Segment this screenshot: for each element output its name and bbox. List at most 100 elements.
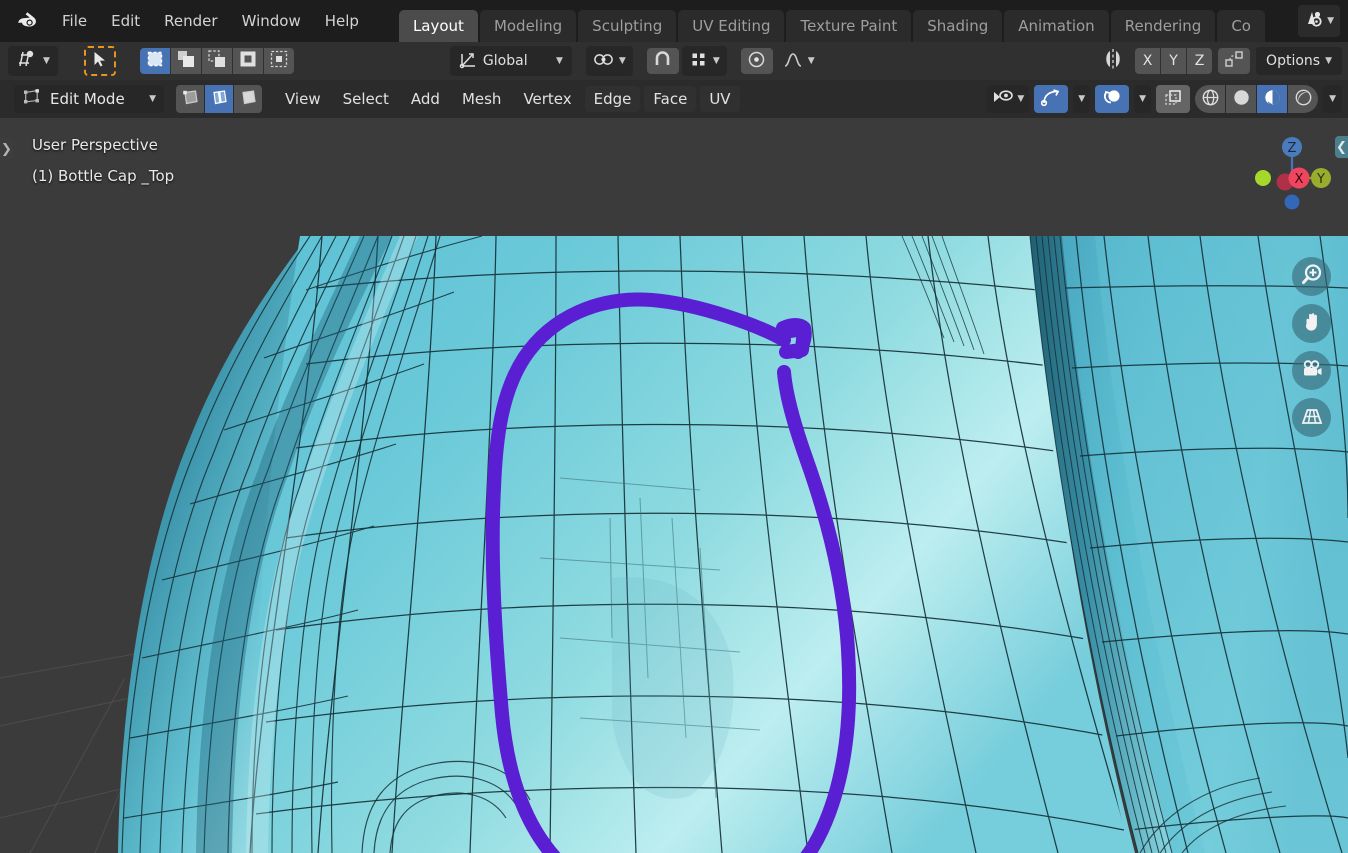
chevron-down-icon: ▼ <box>556 56 563 66</box>
camera-view-button[interactable] <box>1292 351 1331 390</box>
chevron-down-icon: ▼ <box>1325 56 1332 66</box>
options-dropdown[interactable]: Options ▼ <box>1256 47 1342 75</box>
material-preview-icon <box>1263 88 1282 111</box>
select-set-button[interactable] <box>139 48 170 74</box>
interaction-mode-dropdown[interactable]: Edit Mode ▼ <box>14 85 164 113</box>
select-intersect-icon <box>270 50 288 72</box>
magnet-icon <box>653 50 672 73</box>
3d-viewport[interactable]: User Perspective (1) Bottle Cap _Top ❯ ❮… <box>0 118 1348 853</box>
workspace-tab-texture-paint[interactable]: Texture Paint <box>786 10 912 42</box>
falloff-curve-icon <box>783 50 803 73</box>
mirror-axis-y[interactable]: Y <box>1161 48 1187 74</box>
workspace-tab-sculpting[interactable]: Sculpting <box>578 10 677 42</box>
mirror-axis-x[interactable]: X <box>1135 48 1161 74</box>
xray-toggle[interactable] <box>1156 85 1191 113</box>
select-subtract-icon <box>208 50 226 72</box>
selection-mode-segments <box>139 48 294 74</box>
active-tool-button[interactable]: ▼ <box>8 46 58 76</box>
workspace-tab-layout[interactable]: Layout <box>398 10 478 42</box>
overlays-dropdown[interactable]: ▼ <box>1134 85 1152 113</box>
zoom-view-button[interactable] <box>1292 257 1331 296</box>
top-menu-bar: File Edit Render Window Help <box>50 8 371 34</box>
select-extend-icon <box>177 50 195 72</box>
viewport-menu-edge[interactable]: Edge <box>584 86 641 112</box>
chevron-down-icon: ▼ <box>618 56 626 66</box>
mirror-axis-z[interactable]: Z <box>1187 48 1213 74</box>
menu-edit[interactable]: Edit <box>99 8 152 34</box>
workspace-tab-compositing[interactable]: Co <box>1217 10 1265 42</box>
tweak-cursor-button[interactable] <box>83 46 116 76</box>
menu-file[interactable]: File <box>50 8 99 34</box>
gizmo-axis-neg-y <box>1255 170 1271 186</box>
overlays-toggle[interactable] <box>1095 85 1130 113</box>
viewport-menu-vertex[interactable]: Vertex <box>514 86 581 112</box>
vertex-select-mode-button[interactable] <box>176 85 204 113</box>
proportional-edit-icon <box>747 50 766 73</box>
select-intersect-button[interactable] <box>263 48 294 74</box>
object-visibility-dropdown[interactable]: ▼ <box>987 85 1030 113</box>
chevron-down-icon: ▼ <box>1329 94 1336 104</box>
viewport-menu-face[interactable]: Face <box>644 86 697 112</box>
pivot-point-group: ▼ <box>585 46 633 76</box>
viewport-canvas <box>0 118 1348 853</box>
rendered-shading-button[interactable] <box>1288 85 1319 113</box>
mesh-select-mode-group <box>176 85 262 113</box>
menu-help[interactable]: Help <box>313 8 371 34</box>
falloff-dropdown[interactable]: ▼ <box>775 46 822 76</box>
transform-orientation-dropdown[interactable]: Global ▼ <box>449 46 572 76</box>
mirror-icon[interactable] <box>1097 48 1129 74</box>
wireframe-icon <box>1201 88 1220 111</box>
select-invert-button[interactable] <box>232 48 263 74</box>
edge-select-mode-button[interactable] <box>205 85 233 113</box>
gizmo-toggle[interactable] <box>1034 85 1069 113</box>
transform-orientation-icon <box>459 50 478 73</box>
workspace-tab-modeling[interactable]: Modeling <box>479 10 577 42</box>
overlays-icon <box>1102 88 1122 111</box>
edge-select-icon <box>210 88 229 111</box>
menu-render[interactable]: Render <box>152 8 229 34</box>
viewport-menu-mesh[interactable]: Mesh <box>452 86 511 112</box>
blender-logo-icon[interactable] <box>10 0 44 42</box>
viewport-menu-uv[interactable]: UV <box>700 86 740 112</box>
face-select-icon <box>239 88 258 111</box>
gizmo-icon <box>1041 88 1061 111</box>
pan-view-button[interactable] <box>1292 304 1331 343</box>
workspace-tab-shading[interactable]: Shading <box>913 10 1003 42</box>
gizmo-dropdown[interactable]: ▼ <box>1073 85 1091 113</box>
grid-perspective-icon <box>1300 404 1324 432</box>
snapping-group: ▼ <box>646 46 727 76</box>
viewport-menu-select[interactable]: Select <box>333 86 398 112</box>
sidebar-toggle-right[interactable]: ❮ <box>1335 136 1348 158</box>
workspace-tab-rendering[interactable]: Rendering <box>1110 10 1216 42</box>
viewport-menu-view[interactable]: View <box>276 86 330 112</box>
toolbar-toggle-left[interactable]: ❯ <box>0 138 13 160</box>
annotate-tool-icon <box>16 49 38 73</box>
material-preview-button[interactable] <box>1257 85 1288 113</box>
toggle-orthographic-button[interactable] <box>1292 398 1331 437</box>
blender-window: File Edit Render Window Help Layout Mode… <box>0 0 1348 853</box>
wireframe-shading-button[interactable] <box>1195 85 1226 113</box>
object-visibility-icon <box>992 88 1014 110</box>
workspace-tab-uv-editing[interactable]: UV Editing <box>678 10 785 42</box>
tool-settings-bar: ▼ Global ▼ ▼ ▼ ▼ X Y Z Options ▼ <box>0 42 1348 80</box>
menu-window[interactable]: Window <box>230 8 313 34</box>
topbar-right-group: ▼ <box>1298 0 1348 42</box>
snap-magnet-toggle[interactable] <box>646 48 679 74</box>
workspace-tab-animation[interactable]: Animation <box>1004 10 1109 42</box>
shading-dropdown[interactable]: ▼ <box>1323 85 1342 113</box>
face-select-mode-button[interactable] <box>234 85 262 113</box>
select-extend-button[interactable] <box>170 48 201 74</box>
proportional-edit-toggle[interactable] <box>740 48 773 74</box>
snap-to-dropdown[interactable]: ▼ <box>681 46 727 76</box>
viewport-menu-add[interactable]: Add <box>401 86 449 112</box>
chevron-down-icon: ▼ <box>712 56 720 66</box>
pivot-point-dropdown[interactable]: ▼ <box>585 46 633 76</box>
navigation-gizmo[interactable]: Z Y X <box>1249 126 1335 212</box>
scene-selector[interactable]: ▼ <box>1298 5 1340 37</box>
select-subtract-button[interactable] <box>201 48 232 74</box>
select-invert-icon <box>239 50 257 72</box>
solid-shading-button[interactable] <box>1226 85 1257 113</box>
chevron-down-icon: ▼ <box>807 56 815 66</box>
uv-mirror-toggle[interactable] <box>1218 48 1251 74</box>
chevron-down-icon: ▼ <box>1078 94 1086 104</box>
